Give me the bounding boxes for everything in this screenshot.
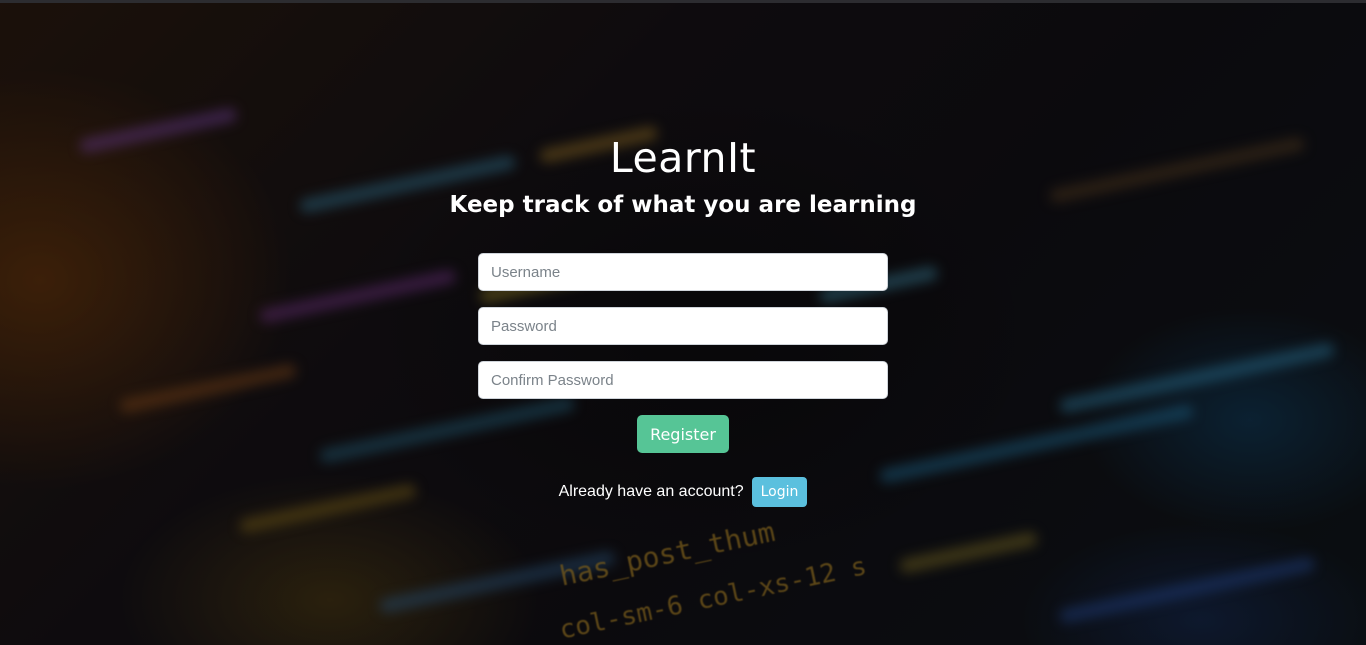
password-input[interactable]: [478, 307, 888, 345]
register-form-container: LearnIt Keep track of what you are learn…: [0, 0, 1366, 645]
window-top-border: [0, 0, 1366, 3]
app-title: LearnIt: [609, 134, 757, 182]
login-prompt-text: Already have an account?: [558, 483, 744, 500]
app-subtitle: Keep track of what you are learning: [449, 192, 917, 218]
register-page: has_post_thum col-sm-6 col-xs-12 s Learn…: [0, 0, 1366, 645]
confirm-password-input[interactable]: [478, 361, 888, 399]
login-prompt-row: Already have an account? Login: [0, 477, 1366, 507]
login-button[interactable]: Login: [751, 477, 808, 507]
register-button[interactable]: Register: [637, 415, 729, 453]
username-input[interactable]: [478, 253, 888, 291]
